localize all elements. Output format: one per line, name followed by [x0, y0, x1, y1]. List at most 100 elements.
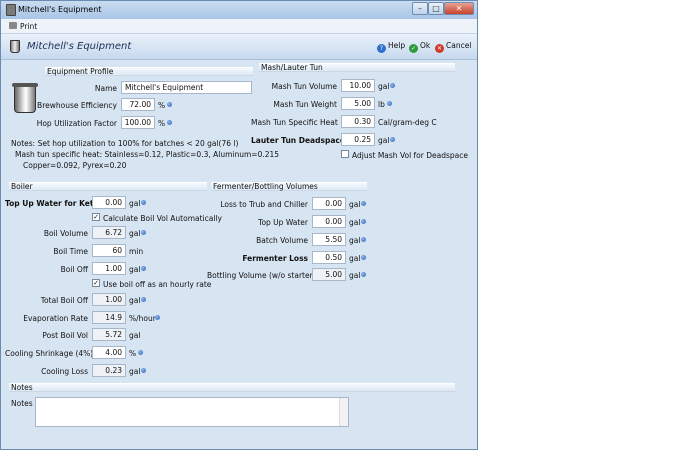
menu-bar: Print	[1, 19, 477, 34]
equipment-profile-title: Equipment Profile	[47, 67, 114, 76]
boiler-title: Boiler	[11, 182, 33, 191]
mash-tun-specific-heat-label: Mash Tun Specific Heat	[251, 118, 338, 127]
top-up-kettle-info-icon[interactable]	[141, 200, 146, 205]
hourly-rate-checkbox[interactable]: ✓	[92, 279, 100, 287]
mash-tun-volume-unit: gal	[378, 82, 390, 91]
total-boil-off-value: 1.00	[92, 293, 126, 306]
fermenter-loss-info-icon[interactable]	[361, 255, 366, 260]
bottling-volume-label: Bottling Volume (w/o starter)	[207, 271, 316, 280]
calc-boil-vol-label: Calculate Boil Vol Automatically	[103, 214, 222, 223]
ok-button[interactable]: ✓ Ok	[409, 41, 430, 53]
name-label: Name	[94, 84, 117, 93]
fermenter-loss-unit: gal	[349, 254, 361, 263]
mash-tun-volume-label: Mash Tun Volume	[271, 82, 337, 91]
top-up-kettle-input[interactable]: 0.00	[92, 196, 126, 209]
top-up-water-info-icon[interactable]	[361, 219, 366, 224]
cooling-shrinkage-input[interactable]: 4.00	[92, 346, 126, 359]
mash-tun-volume-input[interactable]: 10.00	[341, 79, 375, 92]
notes-specific-heat-text: Mash tun specific heat: Stainless=0.12, …	[15, 150, 280, 159]
batch-volume-info-icon[interactable]	[361, 237, 366, 242]
notes-hop-text: Notes: Set hop utilization to 100% for b…	[11, 139, 239, 148]
fermenter-loss-input[interactable]: 0.50	[312, 251, 346, 264]
page-title: Mitchell's Equipment	[27, 41, 132, 52]
mash-tun-specific-heat-input[interactable]: 0.30	[341, 115, 375, 128]
fermenter-loss-label: Fermenter Loss	[242, 254, 308, 263]
cancel-button[interactable]: ✕ Cancel	[435, 41, 471, 53]
batch-volume-input[interactable]: 5.50	[312, 233, 346, 246]
check-icon: ✓	[409, 44, 418, 53]
top-up-kettle-label: Top Up Water for Kettle	[5, 199, 105, 208]
adjust-mash-vol-label: Adjust Mash Vol for Deadspace	[352, 151, 468, 160]
close-button[interactable]: ✕	[444, 2, 474, 15]
mash-tun-weight-unit: lb	[378, 100, 385, 109]
cooling-shrinkage-info-icon[interactable]	[138, 350, 143, 355]
equipment-window: Mitchell's Equipment – □ ✕ Print Mitchel…	[0, 0, 478, 450]
help-icon: ?	[377, 44, 386, 53]
trub-chiller-unit: gal	[349, 200, 361, 209]
boil-time-unit: min	[129, 247, 144, 256]
boil-off-input[interactable]: 1.00	[92, 262, 126, 275]
total-boil-off-info-icon[interactable]	[141, 297, 146, 302]
notes-textarea[interactable]	[35, 397, 349, 427]
header-bar: Mitchell's Equipment ? Help ✓ Ok ✕ Cancel	[1, 34, 477, 60]
batch-volume-label: Batch Volume	[256, 236, 308, 245]
trub-info-icon[interactable]	[361, 201, 366, 206]
lauter-tun-deadspace-unit: gal	[378, 136, 390, 145]
notes-copper-text: Copper=0.092, Pyrex=0.20	[23, 161, 127, 170]
boil-volume-info-icon[interactable]	[141, 230, 146, 235]
minimize-button[interactable]: –	[412, 2, 428, 15]
print-menu-item[interactable]: Print	[20, 22, 37, 31]
boil-time-input[interactable]: 60	[92, 244, 126, 257]
brewhouse-efficiency-input[interactable]: 72.00	[121, 98, 155, 111]
maximize-button[interactable]: □	[428, 2, 444, 15]
trub-chiller-input[interactable]: 0.00	[312, 197, 346, 210]
hop-info-icon[interactable]	[167, 120, 172, 125]
fermenter-title: Fermenter/Bottling Volumes	[213, 182, 318, 191]
help-button[interactable]: ? Help	[377, 41, 405, 53]
brewhouse-info-icon[interactable]	[167, 102, 172, 107]
lauter-tun-deadspace-input[interactable]: 0.25	[341, 133, 375, 146]
lauter-tun-deadspace-label: Lauter Tun Deadspace	[251, 136, 345, 145]
post-boil-vol-value: 5.72	[92, 328, 126, 341]
evaporation-rate-value: 14.9	[92, 311, 126, 324]
boil-volume-unit: gal	[129, 229, 141, 238]
notes-title: Notes	[11, 383, 33, 392]
deadspace-info-icon[interactable]	[390, 137, 395, 142]
equipment-name-input[interactable]: Mitchell's Equipment	[121, 81, 252, 94]
boil-volume-value: 6.72	[92, 226, 126, 239]
adjust-mash-vol-checkbox[interactable]	[341, 150, 349, 158]
top-up-water-unit: gal	[349, 218, 361, 227]
kettle-icon	[10, 40, 20, 53]
bottling-volume-unit: gal	[349, 271, 361, 280]
mash-weight-info-icon[interactable]	[387, 101, 392, 106]
mash-tun-weight-input[interactable]: 5.00	[341, 97, 375, 110]
total-boil-off-unit: gal	[129, 296, 141, 305]
bottling-info-icon[interactable]	[361, 272, 366, 277]
trub-chiller-label: Loss to Trub and Chiller	[220, 200, 308, 209]
mash-tun-title: Mash/Lauter Tun	[261, 63, 323, 72]
boil-off-unit: gal	[129, 265, 141, 274]
printer-icon	[9, 22, 17, 29]
evaporation-info-icon[interactable]	[155, 315, 160, 320]
calc-boil-vol-checkbox[interactable]: ✓	[92, 213, 100, 221]
hop-utilization-label: Hop Utilization Factor	[36, 119, 117, 128]
notes-header	[9, 383, 455, 392]
bottling-volume-value: 5.00	[312, 268, 346, 281]
boil-off-info-icon[interactable]	[141, 266, 146, 271]
title-bar: Mitchell's Equipment – □ ✕	[1, 1, 477, 19]
mash-tun-weight-label: Mash Tun Weight	[273, 100, 337, 109]
cooling-loss-label: Cooling Loss	[41, 367, 88, 376]
cooling-loss-info-icon[interactable]	[141, 368, 146, 373]
mash-volume-info-icon[interactable]	[390, 83, 395, 88]
top-up-water-input[interactable]: 0.00	[312, 215, 346, 228]
brewhouse-efficiency-unit: %	[158, 101, 166, 110]
top-up-kettle-unit: gal	[129, 199, 141, 208]
evaporation-rate-label: Evaporation Rate	[23, 314, 88, 323]
hop-utilization-input[interactable]: 100.00	[121, 116, 155, 129]
top-up-water-label: Top Up Water	[258, 218, 308, 227]
hop-utilization-unit: %	[158, 119, 166, 128]
post-boil-vol-label: Post Boil Vol	[42, 331, 88, 340]
notes-scrollbar[interactable]	[339, 398, 348, 426]
boil-volume-label: Boil Volume	[43, 229, 88, 238]
cooling-loss-unit: gal	[129, 367, 141, 376]
